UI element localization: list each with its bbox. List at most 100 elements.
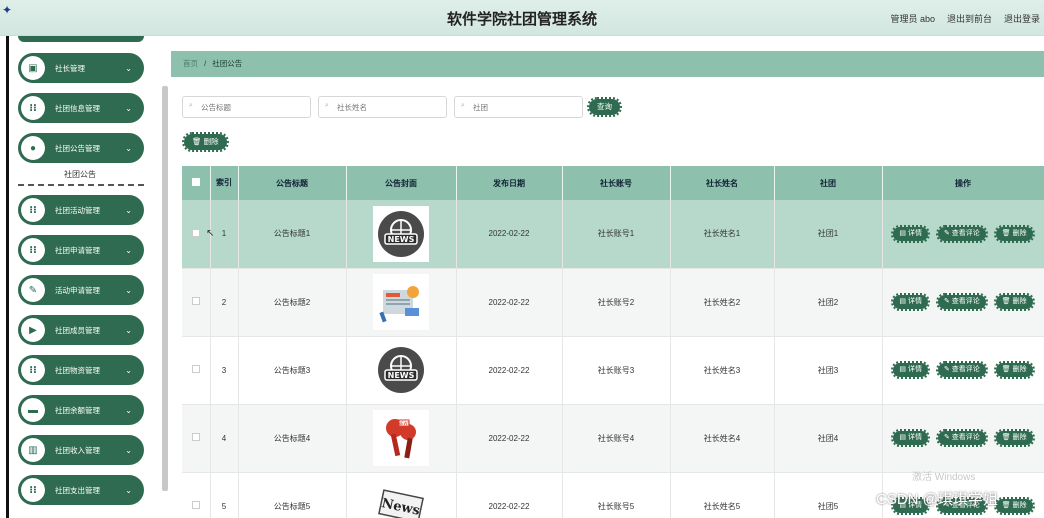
detail-button[interactable]: ▤ 详情 bbox=[891, 224, 930, 243]
sidebar-item-label: 社团成员管理 bbox=[55, 325, 100, 335]
sidebar-item-1[interactable]: ⁝⁝ 社团信息管理 ⌄ bbox=[18, 93, 144, 123]
breadcrumb: 首页 / 社团公告 bbox=[171, 51, 1044, 77]
sidebar-item-9[interactable]: ▥ 社团收入管理 ⌄ bbox=[18, 435, 144, 465]
detail-button[interactable]: ▤ 详情 bbox=[891, 293, 930, 311]
breadcrumb-current: 社团公告 bbox=[212, 59, 243, 68]
search-icon: ⌕ bbox=[189, 102, 193, 109]
row-select-cell[interactable] bbox=[182, 336, 211, 405]
edit-icon: ✎ bbox=[943, 229, 952, 237]
edit-icon: ✎ bbox=[943, 298, 952, 305]
trash-icon: 🗑 bbox=[1001, 229, 1013, 237]
club-cell: 社团4 bbox=[774, 404, 883, 473]
index-cell: 2 bbox=[210, 268, 239, 337]
row-checkbox[interactable] bbox=[191, 433, 200, 441]
sidebar-item-5[interactable]: ✎ 活动申请管理 ⌄ bbox=[18, 275, 144, 305]
col-title[interactable]: 公告标题 bbox=[238, 166, 347, 200]
detail-button[interactable]: ▤ 详情 bbox=[891, 361, 930, 379]
select-all-checkbox[interactable] bbox=[191, 178, 200, 186]
col-account[interactable]: 社长账号 bbox=[562, 166, 671, 200]
breadcrumb-separator: / bbox=[204, 59, 207, 68]
row-checkbox[interactable] bbox=[191, 365, 200, 373]
col-club[interactable]: 社团 bbox=[774, 166, 883, 200]
sidebar-item-4[interactable]: ⁝⁝ 社团申请管理 ⌄ bbox=[18, 235, 144, 265]
club-search-input[interactable] bbox=[473, 97, 582, 117]
sidebar-item-8[interactable]: ▬ 社团余额管理 ⌄ bbox=[18, 395, 144, 425]
logout-link[interactable]: 退出登录 bbox=[1004, 12, 1040, 25]
table-row[interactable]: 1 公告标题1 NEWS 2022-02-22 社长账号1 社长姓名1 社团1 ▤ 详情 ✎ 查… bbox=[182, 200, 1044, 269]
title-search-field[interactable]: ⌕ bbox=[182, 96, 311, 118]
col-name[interactable]: 社长姓名 bbox=[670, 166, 775, 200]
delete-button[interactable]: 🗑 删除 bbox=[993, 361, 1035, 379]
view-comments-button[interactable]: ✎ 查看评论 bbox=[935, 293, 988, 311]
sidebar-scrollbar[interactable] bbox=[162, 86, 168, 491]
sidebar-item-label: 社团余额管理 bbox=[55, 405, 100, 415]
row-checkbox[interactable] bbox=[191, 501, 200, 509]
date-cell: 2022-02-22 bbox=[456, 404, 563, 473]
name-search-input[interactable] bbox=[337, 97, 446, 117]
edit-icon: ✎ bbox=[943, 366, 952, 373]
view-comments-button[interactable]: ✎ 查看评论 bbox=[935, 429, 988, 447]
table-row[interactable]: 3 公告标题3 NEWS 2022-02-22 社长账号3 社长姓名3 社团3 ▤ 详情 ✎ 查… bbox=[182, 336, 1044, 405]
cover-image bbox=[373, 274, 429, 330]
row-select-cell[interactable] bbox=[182, 472, 211, 518]
mouse-cursor-icon: ↖ bbox=[206, 228, 215, 239]
index-cell: 5 bbox=[210, 472, 239, 518]
detail-button[interactable]: ▤ 详情 bbox=[891, 429, 930, 447]
account-cell: 社长账号3 bbox=[562, 336, 671, 405]
table-row[interactable]: 4 公告标题4 NEWS 2022-02-22 社长账号4 社长姓名4 社团4 ▤ 详情 ✎ 查… bbox=[182, 404, 1044, 473]
view-comments-button[interactable]: ✎ 查看评论 bbox=[935, 224, 988, 243]
detail-icon: ▤ bbox=[899, 298, 908, 305]
actions-cell: ▤ 详情 ✎ 查看评论 🗑 删除 bbox=[882, 200, 1044, 269]
row-select-cell[interactable] bbox=[182, 268, 211, 337]
delete-button[interactable]: 🗑 删除 bbox=[993, 224, 1035, 243]
sidebar-subitem-club-notice[interactable]: 社团公告 bbox=[18, 166, 144, 186]
sidebar-item-label: 社团物资管理 bbox=[55, 365, 100, 375]
cover-cell: News bbox=[346, 472, 457, 518]
chevron-down-icon: ⌄ bbox=[125, 205, 132, 215]
sidebar-item-2[interactable]: ● 社团公告管理 ⌄ bbox=[18, 133, 144, 163]
name-cell: 社长姓名1 bbox=[670, 200, 775, 269]
name-cell: 社长姓名2 bbox=[670, 268, 775, 337]
sidebar-item-6[interactable]: ▶ 社团成员管理 ⌄ bbox=[18, 315, 144, 345]
delete-button[interactable]: 🗑 删除 bbox=[993, 429, 1035, 447]
title-search-input[interactable] bbox=[201, 97, 310, 117]
sidebar-item-7[interactable]: ⁝⁝ 社团物资管理 ⌄ bbox=[18, 355, 144, 385]
breadcrumb-home[interactable]: 首页 bbox=[183, 59, 198, 68]
delete-button[interactable]: 🗑 删除 bbox=[993, 497, 1035, 515]
search-icon: ⌕ bbox=[325, 102, 329, 109]
view-comments-button[interactable]: ✎ 查看评论 bbox=[935, 361, 988, 379]
account-cell: 社长账号2 bbox=[562, 268, 671, 337]
sidebar-item-10[interactable]: ⁝⁝ 社团支出管理 ⌄ bbox=[18, 475, 144, 505]
app-window: ✦ 软件学院社团管理系统 管理员 abo 退出到前台 退出登录 ▣ 社长管理 ⌄ ⁝⁝… bbox=[0, 0, 1044, 518]
admin-user-label: 管理员 abo bbox=[890, 14, 935, 24]
delete-button[interactable]: 🗑 删除 bbox=[993, 293, 1035, 311]
delete-label: 删除 bbox=[1012, 434, 1027, 441]
date-cell: 2022-02-22 bbox=[456, 336, 563, 405]
date-cell: 2022-02-22 bbox=[456, 268, 563, 337]
bulk-delete-label: 删除 bbox=[203, 137, 219, 146]
table-row[interactable]: 2 公告标题2 2022-02-22 社长账号2 社长姓名2 社团2 ▤ 详情 ✎ 查看评论 🗑… bbox=[182, 268, 1044, 337]
back-to-front-link[interactable]: 退出到前台 bbox=[947, 12, 992, 25]
select-all-header[interactable] bbox=[182, 166, 211, 200]
row-checkbox[interactable] bbox=[191, 228, 200, 237]
search-icon: ⌕ bbox=[461, 102, 465, 109]
search-button[interactable]: 查询 bbox=[587, 97, 622, 117]
sidebar-item-cut[interactable] bbox=[18, 36, 144, 42]
bulk-delete-button[interactable]: 🗑 删除 bbox=[182, 132, 229, 152]
col-date[interactable]: 发布日期 bbox=[456, 166, 563, 200]
delete-label: 删除 bbox=[1012, 366, 1027, 373]
col-cover[interactable]: 公告封面 bbox=[346, 166, 457, 200]
name-cell: 社长姓名5 bbox=[670, 472, 775, 518]
title-cell: 公告标题5 bbox=[238, 472, 347, 518]
sidebar-item-0[interactable]: ▣ 社长管理 ⌄ bbox=[18, 53, 144, 83]
trash-icon: 🗑 bbox=[1001, 366, 1013, 373]
detail-label: 详情 bbox=[907, 298, 922, 305]
sidebar-item-3[interactable]: ⁝⁝ 社团活动管理 ⌄ bbox=[18, 195, 144, 225]
row-checkbox[interactable] bbox=[191, 297, 200, 305]
sidebar-edge bbox=[6, 36, 9, 518]
view-comments-label: 查看评论 bbox=[951, 229, 980, 237]
club-search-field[interactable]: ⌕ bbox=[454, 96, 583, 118]
row-select-cell[interactable] bbox=[182, 404, 211, 473]
name-search-field[interactable]: ⌕ bbox=[318, 96, 447, 118]
windows-activation-watermark: 激活 Windows bbox=[912, 472, 976, 483]
